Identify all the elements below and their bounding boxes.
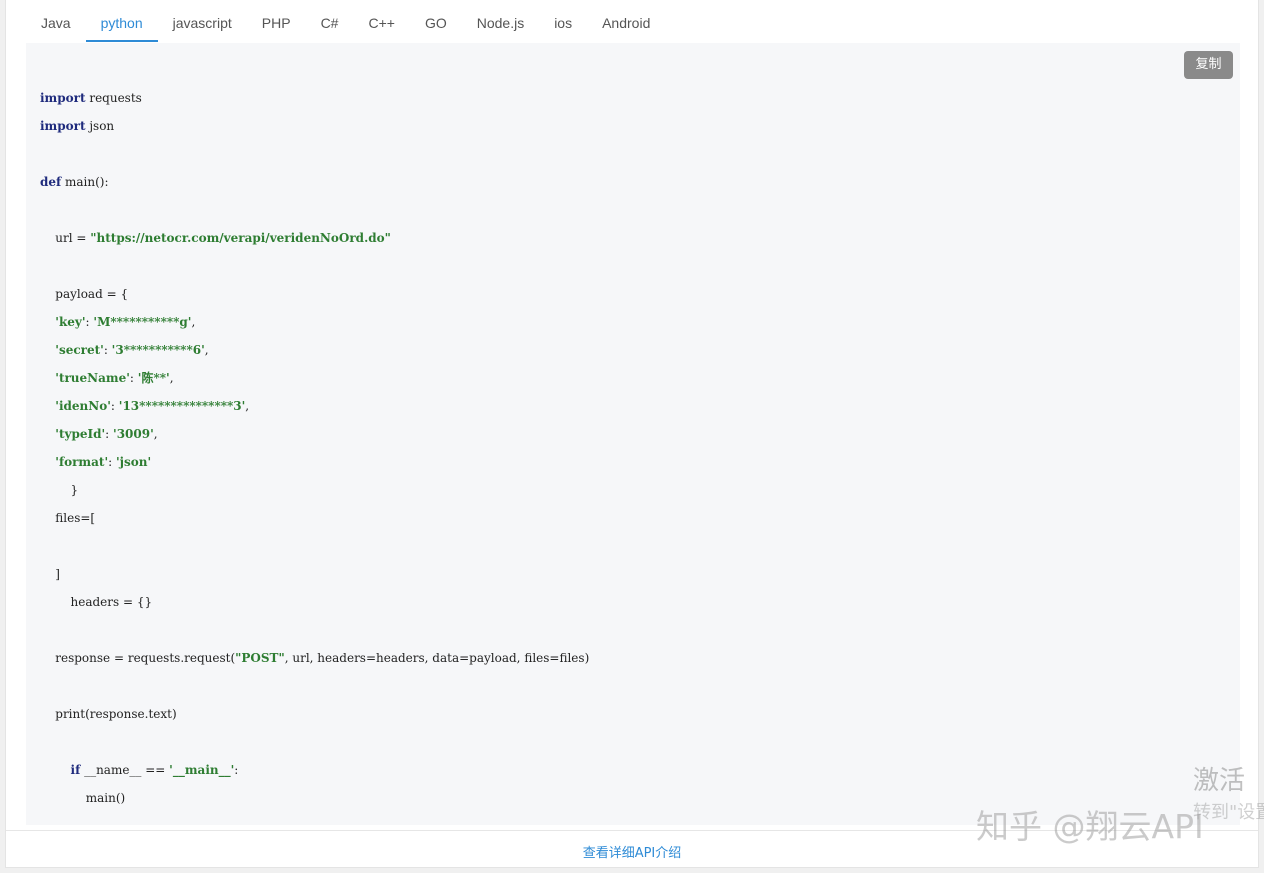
code-string: 'format' [55, 455, 109, 469]
code-line: 'key': 'M***********g', [40, 308, 589, 336]
tab-android[interactable]: Android [587, 0, 665, 42]
code-text: response = requests.request( [40, 651, 236, 665]
code-text: , [204, 343, 209, 357]
windows-activate-subtitle: 转到"设置"以激活 [1193, 802, 1264, 823]
code-text: main(): [61, 175, 109, 189]
code-text: , [169, 371, 174, 385]
code-keyword: def [40, 175, 62, 189]
code-line: url = "https://netocr.com/verapi/veriden… [40, 224, 589, 252]
code-text: files=[ [40, 511, 96, 525]
code-text: : [234, 763, 239, 777]
code-line: import json [40, 112, 589, 140]
api-details-link[interactable]: 查看详细API介绍 [583, 842, 682, 861]
code-text: , url, headers=headers, data=payload, fi… [284, 651, 590, 665]
code-string: 'trueName' [55, 371, 130, 385]
code-string: '陈**' [137, 371, 170, 385]
code-line: 'trueName': '陈**', [40, 364, 589, 392]
card-footer: 查看详细API介绍 [6, 830, 1258, 869]
code-text: , [191, 315, 196, 329]
code-panel: 复制 import requests import json def main():… [26, 43, 1240, 825]
code-text: payload = { [40, 287, 129, 301]
tab-php[interactable]: PHP [247, 0, 306, 42]
code-string: '__main__' [169, 763, 235, 777]
code-text: : [108, 455, 116, 469]
code-text: requests [85, 91, 142, 105]
code-line: print(response.text) [40, 700, 589, 728]
code-line: 'secret': '3***********6', [40, 336, 589, 364]
tab-ios[interactable]: ios [539, 0, 587, 42]
tab-go[interactable]: GO [410, 0, 462, 42]
code-text: : [103, 343, 112, 357]
code-block: import requests import json def main(): ur… [40, 84, 589, 812]
code-string: "https://netocr.com/verapi/veridenNoOrd.… [90, 231, 391, 245]
code-text: print(response.text) [40, 707, 177, 721]
code-line: main() [40, 784, 589, 812]
code-text: __name__ == [80, 763, 170, 777]
code-string: 'secret' [55, 343, 104, 357]
code-line: response = requests.request("POST", url,… [40, 644, 589, 672]
code-string: '13***************3' [118, 399, 246, 413]
code-string: 'typeId' [55, 427, 106, 441]
tab-c[interactable]: C++ [353, 0, 409, 42]
code-line: 'idenNo': '13***************3', [40, 392, 589, 420]
code-text: : [110, 399, 119, 413]
code-string: 'idenNo' [55, 399, 111, 413]
tab-java[interactable]: Java [26, 0, 86, 42]
code-string: '3***********6' [111, 343, 205, 357]
code-line: files=[ [40, 504, 589, 532]
code-string: '3009' [113, 427, 154, 441]
code-text: , [153, 427, 158, 441]
code-line: 'typeId': '3009', [40, 420, 589, 448]
code-string: 'key' [55, 315, 86, 329]
code-line: payload = { [40, 280, 589, 308]
code-line: } [40, 476, 589, 504]
tab-c[interactable]: C# [306, 0, 354, 42]
tab-javascript[interactable]: javascript [158, 0, 247, 42]
code-keyword: import [40, 119, 86, 133]
code-text: , [245, 399, 250, 413]
tab-node-js[interactable]: Node.js [462, 0, 539, 42]
windows-activate-title: 激活 [1193, 766, 1246, 796]
code-keyword: import [40, 91, 86, 105]
code-text: json [85, 119, 115, 133]
code-line: if __name__ == '__main__': [40, 756, 589, 784]
code-text: : [129, 371, 138, 385]
code-sample-card: Java python javascript PHP C# C++ GO Node.js ios… [5, 0, 1259, 868]
code-line: import requests [40, 84, 589, 112]
code-line: ] [40, 560, 589, 588]
code-text: headers = {} [40, 595, 153, 609]
tab-python[interactable]: python [85, 0, 158, 42]
code-line: 'format': 'json' [40, 448, 589, 476]
code-text: : [105, 427, 114, 441]
code-line: headers = {} [40, 588, 589, 616]
code-string: 'M***********g' [93, 315, 192, 329]
code-text: url = [40, 231, 91, 245]
code-text: ] [40, 567, 60, 581]
code-string: 'json' [115, 455, 152, 469]
code-string: "POST" [235, 651, 285, 665]
code-text: } [40, 483, 79, 497]
language-tabs: Java python javascript PHP C# C++ GO Node.js ios… [26, 0, 1238, 43]
copy-button[interactable]: 复制 [1184, 51, 1233, 79]
code-keyword: if [70, 763, 81, 777]
code-text: main() [40, 791, 126, 805]
code-line: def main(): [40, 168, 589, 196]
